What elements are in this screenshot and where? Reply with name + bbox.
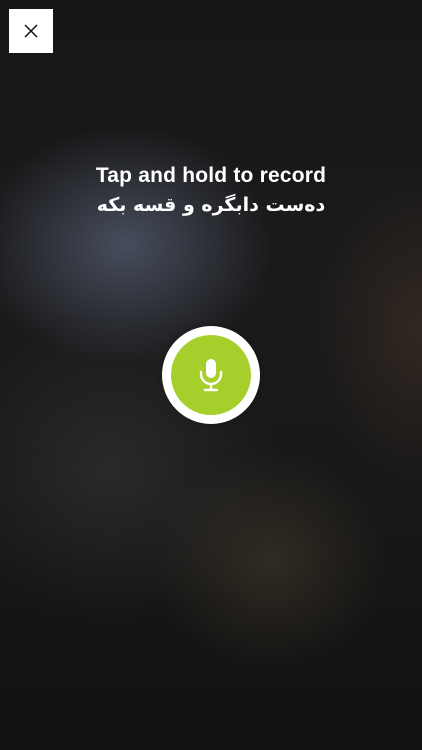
instruction-english: Tap and hold to record [95,164,327,187]
close-icon [24,24,38,38]
record-button[interactable] [162,326,260,424]
record-instructions: Tap and hold to record دەست دابگرە و قسە… [0,162,422,219]
instruction-kurdish: دەست دابگرە و قسە بکە [96,194,326,216]
microphone-icon [199,359,223,392]
record-button-fill [171,335,251,415]
close-button[interactable] [9,9,53,53]
